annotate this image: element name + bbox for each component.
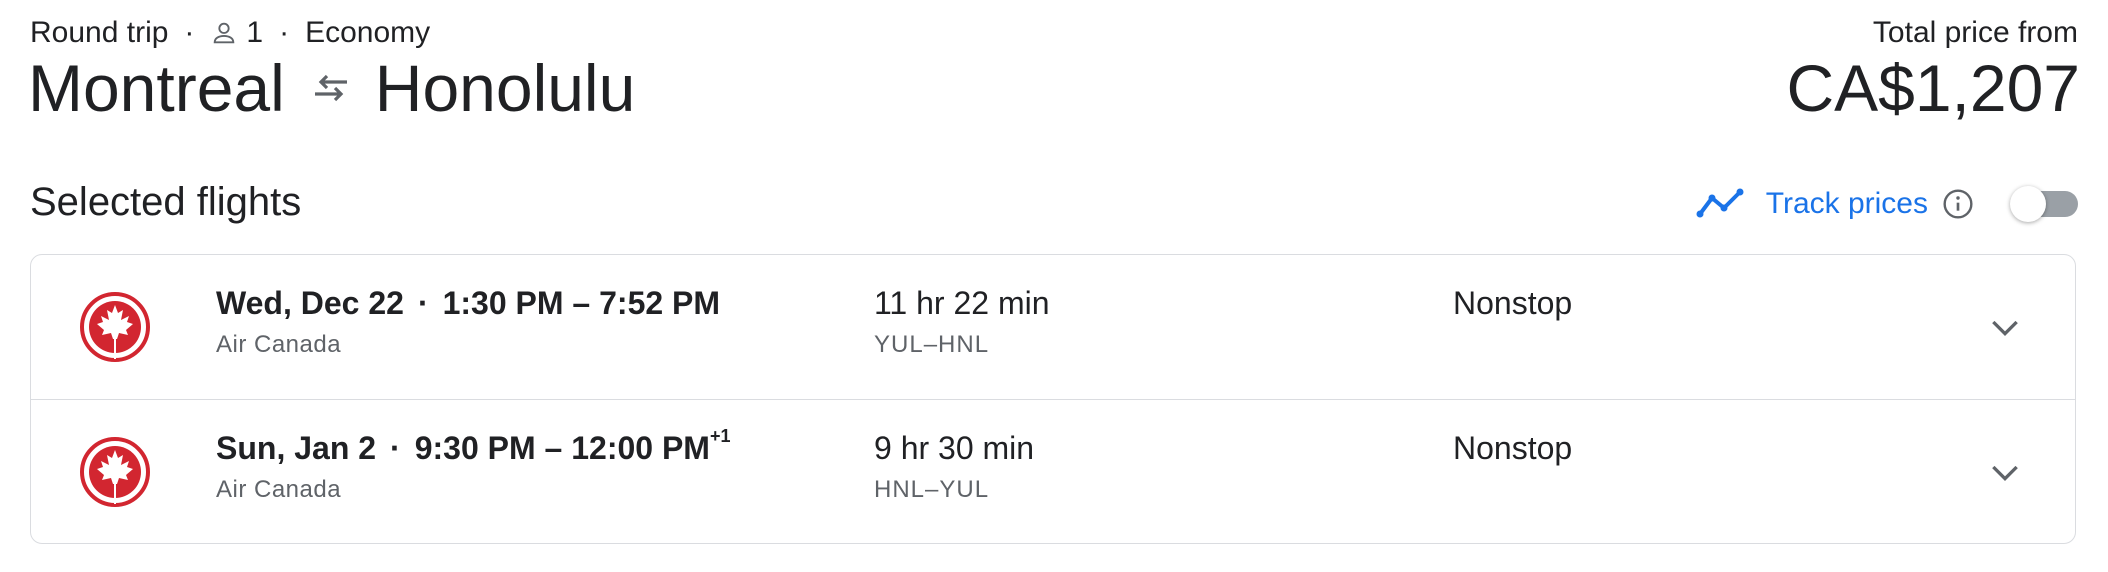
air-canada-maple-leaf-icon (80, 292, 150, 362)
day-offset: +1 (709, 426, 731, 446)
track-prices-toggle[interactable] (2010, 186, 2078, 222)
toggle-knob (2010, 186, 2046, 222)
airport-codes: YUL–HNL (874, 331, 990, 358)
time-range: 9:30 PM – 12:00 PM (414, 430, 710, 466)
total-price: CA$1,207 (1786, 51, 2080, 125)
flight-date: Sun, Jan 2 (216, 430, 377, 466)
flight-stops: Nonstop (1453, 430, 1573, 466)
person-icon (214, 22, 235, 44)
trip-type: Round trip (30, 16, 169, 49)
chevron-down-icon[interactable] (1985, 307, 2025, 347)
flight-times: Wed, Dec 22 · 1:30 PM – 7:52 PM (216, 285, 720, 322)
cabin-class: Economy (305, 16, 431, 49)
separator-dot: · (279, 16, 290, 49)
price-label: Total price from (1872, 16, 2078, 49)
separator-dot: · (417, 285, 429, 321)
selected-flights-card: Wed, Dec 22 · 1:30 PM – 7:52 PM Air Canada… (30, 254, 2076, 544)
destination-city: Honolulu (374, 51, 636, 125)
route-title: Montreal Honolulu (28, 52, 635, 125)
track-prices: Track prices (1696, 186, 2078, 222)
flight-row-outbound[interactable]: Wed, Dec 22 · 1:30 PM – 7:52 PM Air Canada… (31, 255, 2075, 400)
chevron-down-icon[interactable] (1985, 452, 2025, 492)
flight-row-return[interactable]: Sun, Jan 2 · 9:30 PM – 12:00 PM+1 Air Cana… (31, 400, 2075, 543)
air-canada-maple-leaf-icon (80, 437, 150, 507)
swap-arrows-icon (314, 75, 347, 102)
section-title: Selected flights (30, 180, 302, 224)
flight-times: Sun, Jan 2 · 9:30 PM – 12:00 PM+1 (216, 426, 730, 467)
flight-duration: 9 hr 30 min (874, 430, 1035, 466)
airport-codes: HNL–YUL (874, 476, 990, 503)
trip-meta: Round trip · 1 · Economy (30, 16, 430, 50)
airline-name: Air Canada (216, 476, 342, 503)
separator-dot: · (184, 16, 195, 49)
info-icon[interactable] (1942, 188, 1974, 220)
separator-dot: · (390, 430, 401, 466)
flight-stops: Nonstop (1453, 285, 1573, 321)
trend-line-icon (1696, 188, 1744, 218)
flight-summary-page: Round trip · 1 · Economy Montreal Honolu… (0, 0, 2108, 572)
flight-date: Wed, Dec 22 (216, 285, 404, 321)
track-prices-label[interactable]: Track prices (1766, 187, 1928, 221)
origin-city: Montreal (28, 51, 285, 125)
time-range: 1:30 PM – 7:52 PM (442, 285, 721, 321)
flight-duration: 11 hr 22 min (874, 285, 1050, 321)
passenger-count: 1 (246, 16, 264, 49)
airline-name: Air Canada (216, 331, 342, 358)
